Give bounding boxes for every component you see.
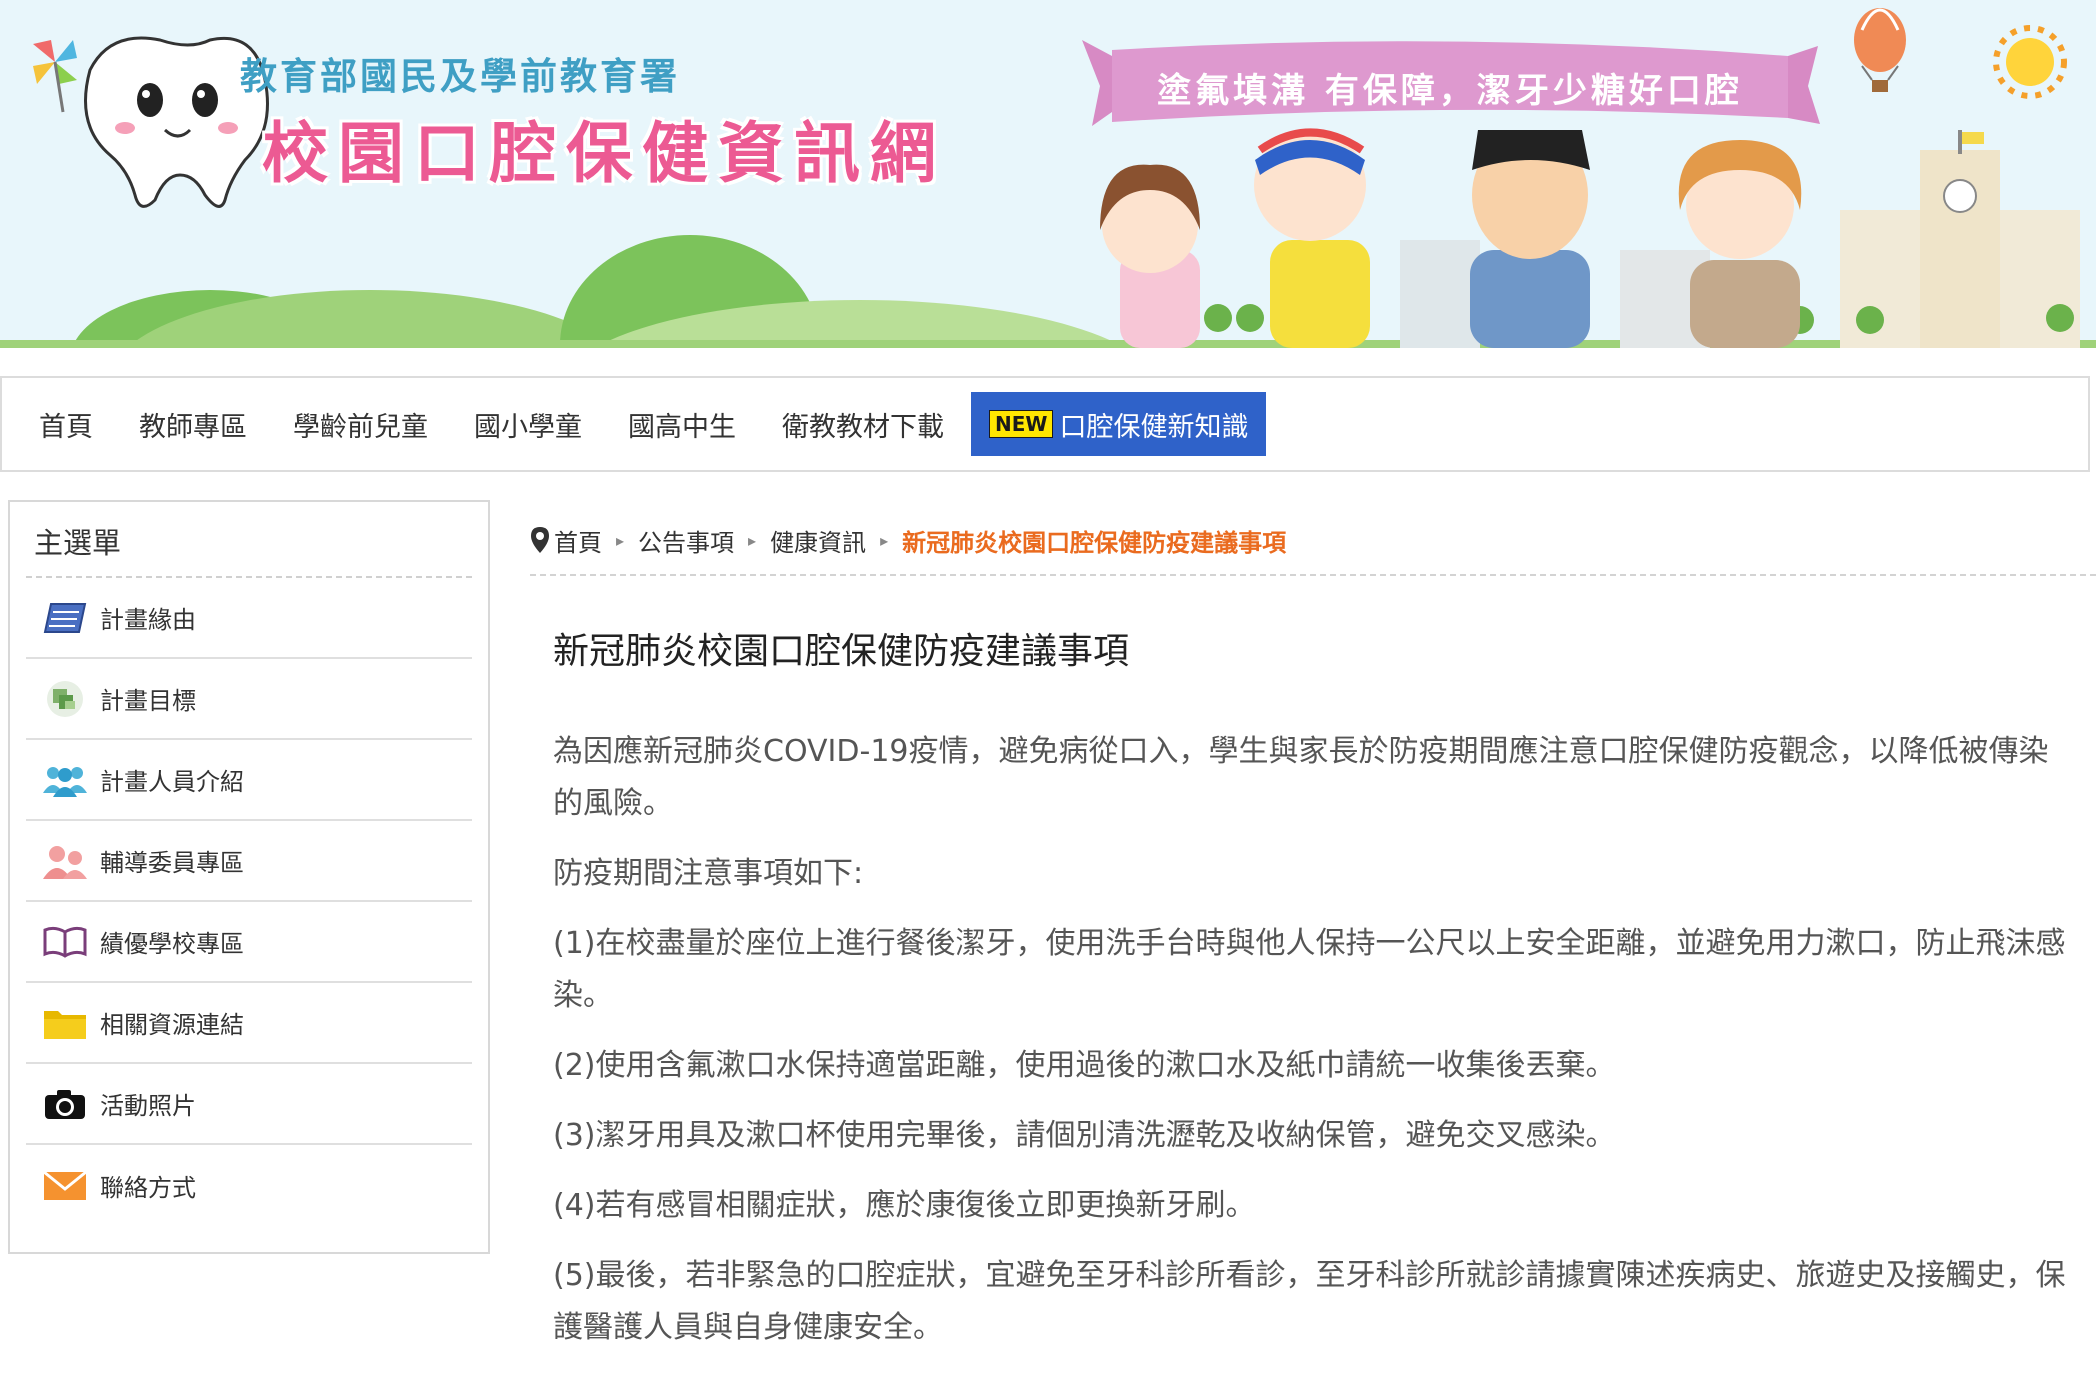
sidebar-title: 主選單 <box>26 502 472 578</box>
sidebar-item-staff[interactable]: 計畫人員介紹 <box>26 740 472 821</box>
sidebar-item-label: 計畫緣由 <box>100 606 196 634</box>
breadcrumb-announcements[interactable]: 公告事項 <box>638 523 734 558</box>
sidebar-item-label: 計畫人員介紹 <box>100 768 244 796</box>
article-paragraph: (3)潔牙用具及漱口杯使用完畢後，請個別清洗瀝乾及收納保管，避免交叉感染。 <box>553 1118 1616 1153</box>
nav-materials[interactable]: 衛教教材下載 <box>759 392 967 456</box>
article-paragraph: 防疫期間注意事項如下: <box>553 856 864 891</box>
breadcrumb-separator-icon: ▸ <box>748 530 757 550</box>
sidebar-item-committee[interactable]: 輔導委員專區 <box>26 821 472 902</box>
character-boy-icon <box>1254 128 1370 348</box>
sidebar-item-label: 相關資源連結 <box>100 1011 244 1039</box>
book-icon <box>42 922 88 962</box>
breadcrumb-home[interactable]: 首頁 <box>554 523 602 558</box>
sidebar-item-photos[interactable]: 活動照片 <box>26 1064 472 1145</box>
article-body: 為因應新冠肺炎COVID-19疫情，避免病從口入，學生與家長於防疫期間應注意口腔… <box>553 726 2073 1372</box>
pinwheel-icon <box>33 40 77 113</box>
nav-high-school[interactable]: 國高中生 <box>605 392 759 456</box>
sidebar-item-label: 輔導委員專區 <box>100 849 244 877</box>
breadcrumb-divider <box>530 574 2096 576</box>
sidebar-menu: 主選單 計畫緣由 計畫目標 計畫人員介紹 輔導委員專區 績優學校專區 相關資源連… <box>8 500 490 1254</box>
people-icon <box>42 760 88 800</box>
site-title-logo[interactable]: 校園口腔保健資訊網 <box>262 100 946 196</box>
sidebar-item-plan-reason[interactable]: 計畫緣由 <box>26 578 472 659</box>
article-paragraph: (1)在校盡量於座位上進行餐後潔牙，使用洗手台時與他人保持一公尺以上安全距離，並… <box>553 926 2066 1013</box>
article-paragraph: 為因應新冠肺炎COVID-19疫情，避免病從口入，學生與家長於防疫期間應注意口腔… <box>553 734 2049 821</box>
sidebar-item-resources[interactable]: 相關資源連結 <box>26 983 472 1064</box>
sidebar-item-label: 活動照片 <box>100 1092 196 1120</box>
article-title: 新冠肺炎校園口腔保健防疫建議事項 <box>553 631 1130 672</box>
character-girl-icon <box>1100 164 1200 348</box>
breadcrumb-health-info[interactable]: 健康資訊 <box>770 523 866 558</box>
sidebar-item-label: 計畫目標 <box>100 687 196 715</box>
breadcrumb-separator-icon: ▸ <box>616 530 625 550</box>
sun-icon <box>1993 25 2067 99</box>
committee-icon <box>42 841 88 881</box>
sidebar-item-label: 績優學校專區 <box>100 930 244 958</box>
sidebar-item-excellent-schools[interactable]: 績優學校專區 <box>26 902 472 983</box>
nav-preschool[interactable]: 學齡前兒童 <box>270 392 451 456</box>
main-nav: 首頁 教師專區 學齡前兒童 國小學童 國高中生 衛教教材下載 NEW 口腔保健新… <box>0 376 2090 472</box>
character-grandma-icon <box>1678 140 1802 348</box>
nav-oral-health-news-label: 口腔保健新知識 <box>1059 411 1249 443</box>
slogan-banner: 塗氟填溝 有保障，潔牙少糖好口腔 <box>1157 70 1743 111</box>
sidebar-item-label: 聯絡方式 <box>100 1174 196 1202</box>
nav-elementary[interactable]: 國小學童 <box>451 392 605 456</box>
target-icon <box>42 679 88 719</box>
folder-icon <box>42 1003 88 1043</box>
balloon-icon <box>1854 8 1906 92</box>
article-paragraph: (2)使用含氟漱口水保持適當距離，使用過後的漱口水及紙巾請統一收集後丟棄。 <box>553 1048 1616 1083</box>
nav-teacher[interactable]: 教師專區 <box>116 392 270 456</box>
nav-oral-health-news[interactable]: NEW 口腔保健新知識 <box>971 392 1267 456</box>
org-name: 教育部國民及學前教育署 <box>240 55 680 98</box>
breadcrumb: 首頁 ▸ 公告事項 ▸ 健康資訊 ▸ 新冠肺炎校園口腔保健防疫建議事項 <box>530 520 1286 560</box>
header-banner: 教育部國民及學前教育署 校園口腔保健資訊網 塗氟填溝 有保障，潔牙少糖好口腔 <box>0 0 2096 348</box>
camera-icon <box>42 1084 88 1124</box>
sidebar-item-plan-goal[interactable]: 計畫目標 <box>26 659 472 740</box>
breadcrumb-current: 新冠肺炎校園口腔保健防疫建議事項 <box>902 528 1287 557</box>
sidebar-item-contact[interactable]: 聯絡方式 <box>26 1145 472 1226</box>
mail-icon <box>42 1166 88 1206</box>
character-man-icon <box>1470 130 1590 348</box>
new-badge: NEW <box>989 410 1054 438</box>
location-pin-icon <box>530 526 550 554</box>
article-paragraph: (4)若有感冒相關症狀，應於康復後立即更換新牙刷。 <box>553 1188 1256 1223</box>
breadcrumb-separator-icon: ▸ <box>880 530 889 550</box>
notebook-icon <box>42 598 88 638</box>
article-paragraph: (5)最後，若非緊急的口腔症狀，宜避免至牙科診所看診，至牙科診所就診請據實陳述疾… <box>553 1258 2066 1345</box>
nav-home[interactable]: 首頁 <box>16 392 116 456</box>
